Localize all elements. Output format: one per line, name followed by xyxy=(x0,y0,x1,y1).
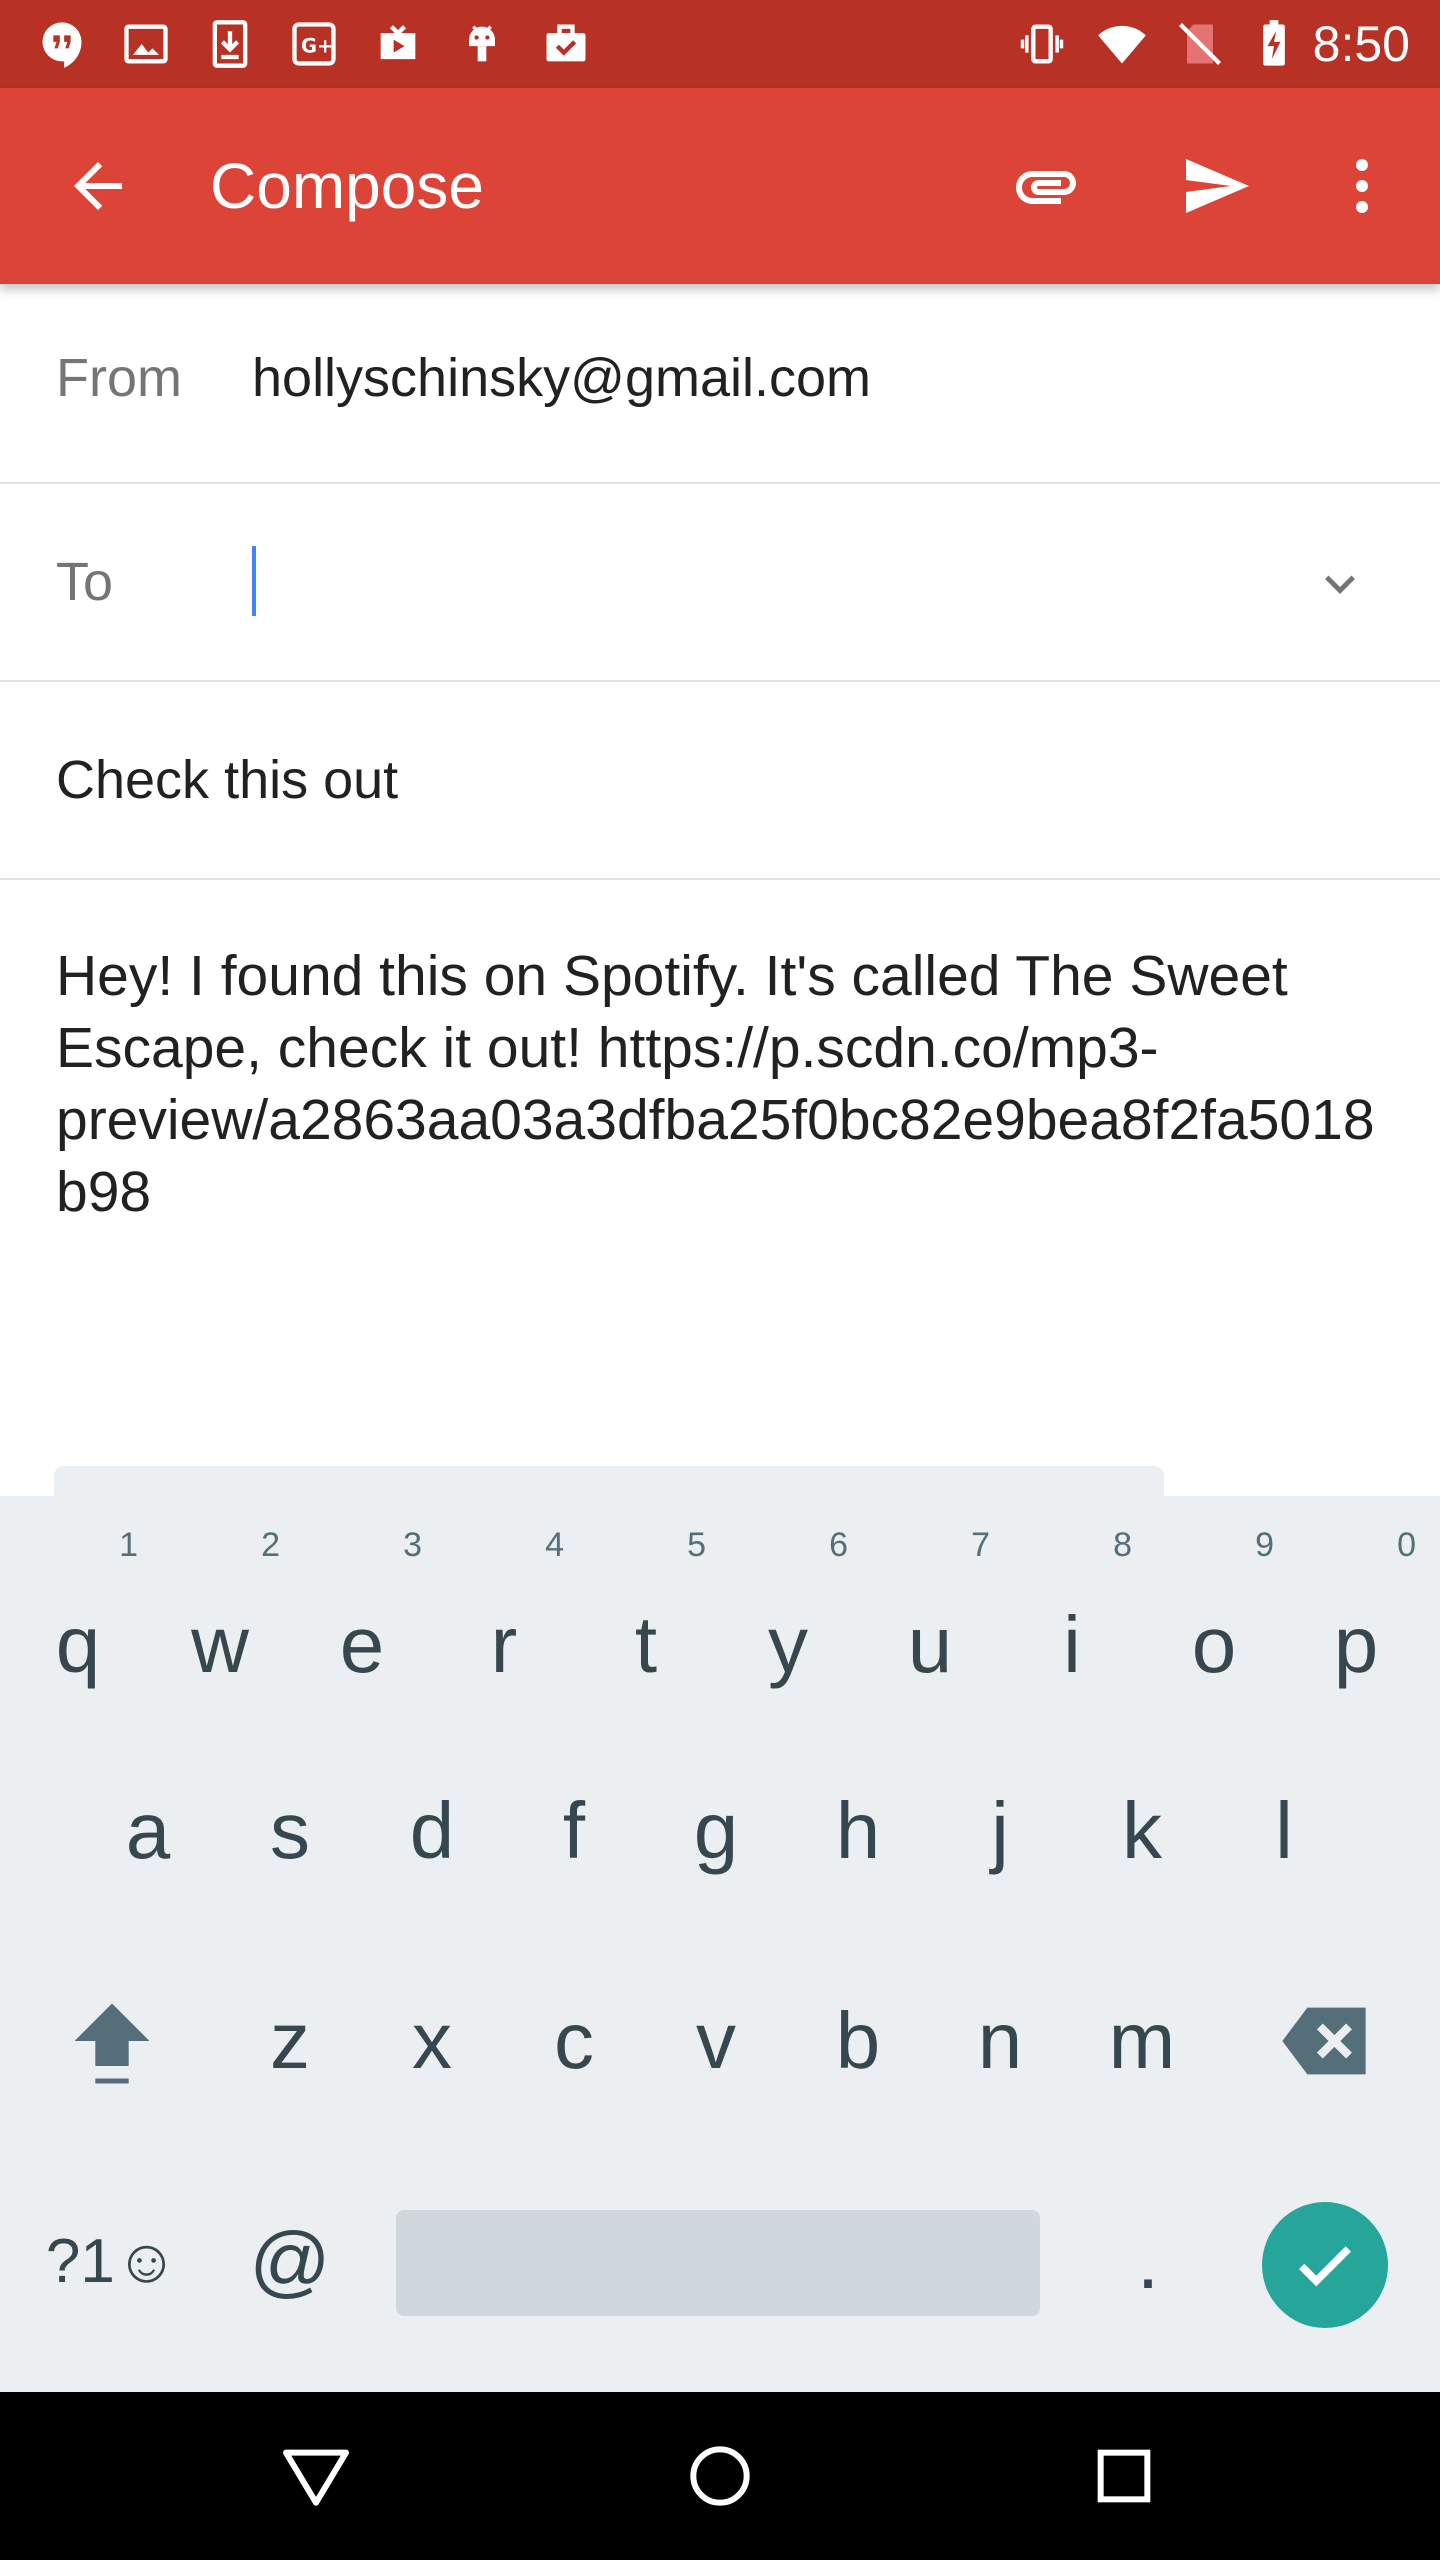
symbols-key[interactable]: ?1☺ xyxy=(40,2156,184,2366)
enter-key[interactable] xyxy=(1262,2202,1388,2328)
key-a[interactable]: a xyxy=(76,1726,220,1936)
key-r[interactable]: 4r xyxy=(432,1496,576,1726)
key-o[interactable]: 9o xyxy=(1142,1496,1286,1726)
message-body[interactable]: Hey! I found this on Spotify. It's calle… xyxy=(56,940,1386,1228)
to-label: To xyxy=(56,552,114,612)
key-n[interactable]: n xyxy=(928,1936,1072,2146)
key-q[interactable]: 1q xyxy=(6,1496,150,1726)
attach-button[interactable] xyxy=(996,136,1096,236)
key-s[interactable]: s xyxy=(218,1726,362,1936)
from-label: From xyxy=(56,348,182,408)
key-x[interactable]: x xyxy=(360,1936,504,2146)
key-i[interactable]: 8i xyxy=(1000,1496,1144,1726)
battery-charging-icon xyxy=(1248,18,1300,70)
nav-home-icon xyxy=(690,2446,750,2506)
send-button[interactable] xyxy=(1166,136,1266,236)
page-title: Compose xyxy=(210,150,484,222)
youtube-icon xyxy=(372,18,424,70)
app-bar: Compose xyxy=(0,88,1440,284)
check-icon xyxy=(1298,2246,1352,2287)
key-v[interactable]: v xyxy=(644,1936,788,2146)
to-row: To xyxy=(0,484,1440,682)
key-u[interactable]: 7u xyxy=(858,1496,1002,1726)
key-period[interactable]: . xyxy=(1076,2156,1220,2366)
key-m[interactable]: m xyxy=(1070,1936,1214,2146)
photos-icon xyxy=(120,18,172,70)
more-vert-icon xyxy=(1356,159,1368,213)
send-icon xyxy=(1186,159,1249,213)
key-w[interactable]: 2w xyxy=(148,1496,292,1726)
nav-back-button[interactable] xyxy=(266,2426,366,2526)
subject-row[interactable]: Check this out xyxy=(0,682,1440,880)
key-h[interactable]: h xyxy=(786,1726,930,1936)
download-icon xyxy=(204,18,256,70)
wifi-icon xyxy=(1096,18,1148,70)
from-value: hollyschinsky@gmail.com xyxy=(252,348,871,408)
hangouts-icon xyxy=(36,18,88,70)
keyboard: 1q 2w 3e 4r 5t 6y 7u 8i 9o 0p a s d f g … xyxy=(0,1496,1440,2392)
clock: 8:50 xyxy=(1312,16,1410,72)
key-e[interactable]: 3e xyxy=(290,1496,434,1726)
key-p[interactable]: 0p xyxy=(1284,1496,1428,1726)
key-c[interactable]: c xyxy=(502,1936,646,2146)
key-d[interactable]: d xyxy=(360,1726,504,1936)
no-sim-icon xyxy=(1174,18,1226,70)
back-button[interactable] xyxy=(48,136,148,236)
status-bar: G+ 8:50 xyxy=(0,0,1440,88)
chevron-down-icon xyxy=(1325,575,1355,594)
key-b[interactable]: b xyxy=(786,1936,930,2146)
more-options-button[interactable] xyxy=(1312,136,1412,236)
key-l[interactable]: l xyxy=(1212,1726,1356,1936)
android-icon xyxy=(456,18,508,70)
navigation-bar xyxy=(0,2392,1440,2560)
key-j[interactable]: j xyxy=(928,1726,1072,1936)
key-z[interactable]: z xyxy=(218,1936,362,2146)
key-t[interactable]: 5t xyxy=(574,1496,718,1726)
to-input[interactable] xyxy=(252,540,1252,622)
nav-recents-icon xyxy=(1097,2449,1151,2503)
key-k[interactable]: k xyxy=(1070,1726,1214,1936)
svg-text:G+: G+ xyxy=(301,35,333,58)
space-bar[interactable] xyxy=(396,2210,1040,2316)
arrow-back-icon xyxy=(74,162,122,210)
shift-key[interactable] xyxy=(40,1936,184,2146)
paperclip-icon xyxy=(1016,171,1076,204)
from-row[interactable]: From hollyschinsky@gmail.com xyxy=(0,286,1440,484)
vibrate-icon xyxy=(1016,18,1068,70)
backspace-key[interactable] xyxy=(1252,1936,1396,2146)
key-at[interactable]: @ xyxy=(218,2156,362,2366)
nav-home-button[interactable] xyxy=(670,2426,770,2526)
expand-recipients-button[interactable] xyxy=(1300,544,1380,624)
key-g[interactable]: g xyxy=(644,1726,788,1936)
google-plus-icon: G+ xyxy=(288,18,340,70)
nav-back-icon xyxy=(283,2449,349,2506)
backspace-icon xyxy=(1282,2007,1366,2075)
briefcase-check-icon xyxy=(540,18,592,70)
key-y[interactable]: 6y xyxy=(716,1496,860,1726)
nav-recents-button[interactable] xyxy=(1074,2426,1174,2526)
text-cursor xyxy=(252,546,256,616)
key-f[interactable]: f xyxy=(502,1726,646,1936)
shift-icon xyxy=(74,2003,150,2084)
subject-field[interactable]: Check this out xyxy=(56,750,398,810)
